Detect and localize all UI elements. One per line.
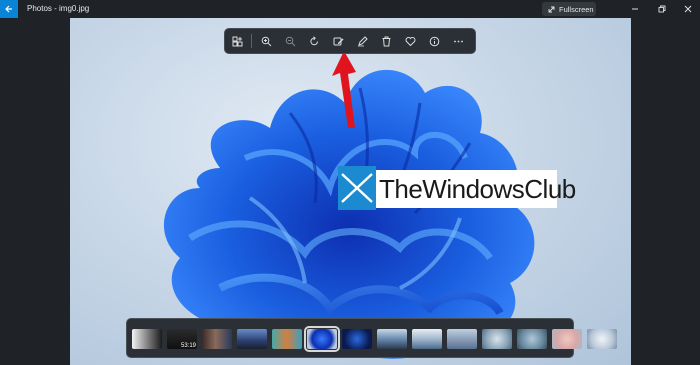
thumb-7[interactable] xyxy=(342,329,372,349)
thumb-13[interactable] xyxy=(552,329,582,349)
favorite-button[interactable] xyxy=(398,29,422,53)
edit-image-button[interactable] xyxy=(326,29,350,53)
zoom-in-button[interactable] xyxy=(254,29,278,53)
more-icon xyxy=(453,40,463,42)
draw-icon xyxy=(357,35,368,46)
filmstrip: 53:19 xyxy=(126,318,617,358)
thumb-12[interactable] xyxy=(517,329,547,349)
thumb-6-selected[interactable] xyxy=(304,326,340,352)
window-title: Photos - img0.jpg xyxy=(27,4,90,13)
video-duration: 53:19 xyxy=(180,343,196,349)
rotate-icon xyxy=(309,35,318,45)
delete-icon xyxy=(382,36,390,46)
watermark: TheWindowsClub xyxy=(376,170,576,208)
heart-icon xyxy=(405,36,415,46)
back-arrow-icon xyxy=(5,5,12,13)
zoom-out-icon xyxy=(285,36,295,46)
title-bar: Photos - img0.jpg Fullscreen xyxy=(0,0,700,20)
thumb-14[interactable] xyxy=(587,329,617,349)
watermark-text: TheWindowsClub xyxy=(379,173,576,204)
info-button[interactable] xyxy=(422,29,446,53)
thumb-9[interactable] xyxy=(412,329,442,349)
thumb-10[interactable] xyxy=(447,329,477,349)
info-icon xyxy=(429,36,439,46)
view-photos-button[interactable] xyxy=(225,29,249,53)
view-photos-icon xyxy=(232,36,242,46)
zoom-in-icon xyxy=(261,36,271,46)
minimize-button[interactable] xyxy=(620,0,650,18)
watermark-logo xyxy=(338,166,376,210)
thumb-3[interactable] xyxy=(202,329,232,349)
thumb-1[interactable] xyxy=(132,329,162,349)
zoom-out-button[interactable] xyxy=(278,29,302,53)
rotate-button[interactable] xyxy=(302,29,326,53)
fullscreen-label: Fullscreen xyxy=(559,4,594,14)
image-toolbar xyxy=(224,28,476,54)
delete-button[interactable] xyxy=(374,29,398,53)
thumb-5[interactable] xyxy=(272,329,302,349)
minimize-icon xyxy=(632,8,638,10)
thumb-4[interactable] xyxy=(237,329,267,349)
back-button[interactable] xyxy=(0,0,18,18)
toolbar-divider xyxy=(251,34,252,48)
close-button[interactable] xyxy=(673,0,700,18)
more-options-button[interactable] xyxy=(446,29,470,53)
windows-club-logo-icon xyxy=(341,173,373,203)
close-icon xyxy=(684,5,692,13)
draw-button[interactable] xyxy=(350,29,374,53)
edit-image-icon xyxy=(333,37,343,45)
expand-icon xyxy=(548,6,555,12)
thumb-8[interactable] xyxy=(377,329,407,349)
fullscreen-button[interactable]: Fullscreen xyxy=(542,2,596,16)
thumb-11[interactable] xyxy=(482,329,512,349)
restore-icon xyxy=(658,5,666,13)
thumb-2[interactable]: 53:19 xyxy=(167,329,197,349)
